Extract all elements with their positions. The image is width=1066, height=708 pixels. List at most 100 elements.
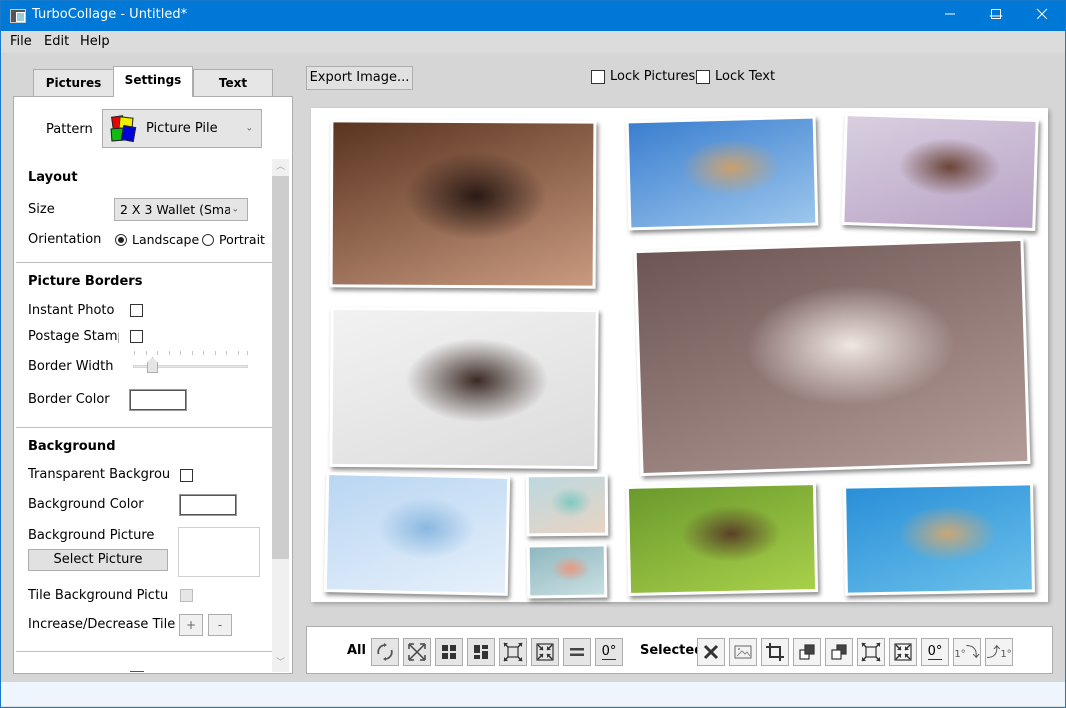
crop-button[interactable] xyxy=(761,638,789,666)
portrait-label: Portrait xyxy=(219,232,265,247)
collage-photo[interactable] xyxy=(329,306,599,470)
portrait-radio[interactable] xyxy=(202,234,214,246)
equal-icon xyxy=(570,648,584,656)
postage-stamp-checkbox[interactable] xyxy=(130,330,143,343)
fit-all-button[interactable] xyxy=(403,638,431,666)
grid-icon xyxy=(442,645,456,659)
tile-adjust-label: Increase/Decrease Tile xyxy=(28,617,176,632)
shrink-selected-button[interactable] xyxy=(889,638,917,666)
equalize-all-button[interactable] xyxy=(563,638,591,666)
lock-pictures-label: Lock Pictures xyxy=(610,69,696,84)
rotate-ccw-button[interactable]: ⤴1° xyxy=(985,638,1013,666)
bring-forward-button[interactable] xyxy=(793,638,821,666)
orientation-label: Orientation xyxy=(28,232,102,247)
tile-background-checkbox[interactable] xyxy=(180,589,193,602)
collage-photo[interactable] xyxy=(323,472,511,596)
crop-icon xyxy=(766,643,784,661)
mosaic-layout-button[interactable] xyxy=(467,638,495,666)
scroll-up-icon[interactable]: ︿ xyxy=(272,159,289,176)
collage-photo[interactable] xyxy=(625,115,819,231)
increase-tile-button[interactable]: + xyxy=(179,614,203,636)
maximize-button[interactable] xyxy=(973,1,1019,31)
collage-photo[interactable] xyxy=(841,112,1039,232)
maximize-icon xyxy=(991,9,1001,19)
size-value: 2 X 3 Wallet (Small xyxy=(120,202,230,217)
window-title: TurboCollage - Untitled* xyxy=(32,7,188,22)
more-content-indicator xyxy=(130,671,144,672)
send-backward-button[interactable] xyxy=(825,638,853,666)
pattern-value: Picture Pile xyxy=(146,121,218,136)
rotate-zero-all-button[interactable]: 0° xyxy=(595,638,623,666)
instant-photo-label: Instant Photo xyxy=(28,303,115,318)
rotate-zero-icon: 0° xyxy=(927,643,943,660)
close-button[interactable] xyxy=(1019,1,1065,31)
border-color-swatch[interactable] xyxy=(130,390,186,410)
decrease-tile-button[interactable]: - xyxy=(208,614,232,636)
bring-forward-icon xyxy=(799,644,815,660)
tab-text[interactable]: Text xyxy=(193,69,273,97)
picture-pile-icon xyxy=(110,115,138,143)
minimize-icon xyxy=(945,13,955,15)
size-label: Size xyxy=(28,202,55,217)
picture-borders-heading: Picture Borders xyxy=(28,274,143,289)
divider xyxy=(16,262,272,263)
rotate-cw-button[interactable]: 1°⤵ xyxy=(953,638,981,666)
menu-bar: File Edit Help xyxy=(1,31,1065,53)
landscape-label: Landscape xyxy=(132,232,200,247)
menu-help[interactable]: Help xyxy=(80,34,110,49)
rotate-zero-selected-button[interactable]: 0° xyxy=(921,638,949,666)
collage-canvas[interactable] xyxy=(311,108,1048,602)
tab-pictures[interactable]: Pictures xyxy=(33,69,114,97)
scroll-down-icon[interactable]: ﹀ xyxy=(272,655,289,672)
delete-x-icon xyxy=(703,644,719,660)
diagonal-arrows-icon xyxy=(408,643,426,661)
collage-photo[interactable] xyxy=(625,482,819,596)
collage-photo[interactable] xyxy=(633,237,1031,477)
slider-thumb[interactable] xyxy=(147,357,158,373)
expand-all-button[interactable] xyxy=(499,638,527,666)
minimize-button[interactable] xyxy=(927,1,973,31)
scroll-thumb[interactable] xyxy=(272,176,289,559)
lock-pictures-checkbox[interactable] xyxy=(591,70,605,84)
background-picture-preview xyxy=(178,527,260,577)
menu-edit[interactable]: Edit xyxy=(44,34,69,49)
border-width-slider[interactable] xyxy=(133,351,249,377)
image-icon xyxy=(734,645,752,659)
settings-panel: Pattern Picture Pile ⌄ Layout Size 2 X 3… xyxy=(13,96,293,674)
size-dropdown[interactable]: 2 X 3 Wallet (Small ⌄ xyxy=(114,198,248,221)
rotate-zero-icon: 0° xyxy=(601,643,617,660)
tile-background-label: Tile Background Picture xyxy=(28,588,169,603)
transparent-background-checkbox[interactable] xyxy=(180,469,193,482)
status-bar xyxy=(1,682,1065,706)
collage-photo[interactable] xyxy=(843,482,1035,596)
shuffle-all-button[interactable] xyxy=(371,638,399,666)
export-image-button[interactable]: Export Image... xyxy=(306,66,413,90)
shrink-all-button[interactable] xyxy=(531,638,559,666)
background-color-swatch[interactable] xyxy=(180,495,236,515)
tab-settings[interactable]: Settings xyxy=(113,66,193,97)
shrink-icon xyxy=(536,643,554,661)
rotate-clockwise-icon: 1°⤵ xyxy=(954,645,980,661)
collage-photo[interactable] xyxy=(525,473,609,537)
pattern-dropdown[interactable]: Picture Pile ⌄ xyxy=(102,109,262,148)
landscape-radio[interactable] xyxy=(115,234,127,246)
delete-selected-button[interactable] xyxy=(697,638,725,666)
shrink-icon xyxy=(894,643,912,661)
divider xyxy=(16,651,272,652)
expand-selected-button[interactable] xyxy=(857,638,885,666)
replace-image-button[interactable] xyxy=(729,638,757,666)
send-backward-icon xyxy=(831,644,847,660)
lock-text-label: Lock Text xyxy=(715,69,776,84)
rotate-counterclockwise-icon: ⤴1° xyxy=(986,645,1012,661)
collage-photo[interactable] xyxy=(526,543,608,599)
postage-stamp-label: Postage Stamp xyxy=(28,329,119,344)
instant-photo-checkbox[interactable] xyxy=(130,304,143,317)
select-picture-button[interactable]: Select Picture xyxy=(28,549,168,571)
lock-text-checkbox[interactable] xyxy=(696,70,710,84)
transparent-background-label: Transparent Background xyxy=(28,467,169,482)
collage-photo[interactable] xyxy=(329,119,597,289)
grid-layout-button[interactable] xyxy=(435,638,463,666)
menu-file[interactable]: File xyxy=(10,34,32,49)
layout-heading: Layout xyxy=(28,170,78,185)
settings-scrollbar[interactable]: ︿ ﹀ xyxy=(272,159,289,672)
